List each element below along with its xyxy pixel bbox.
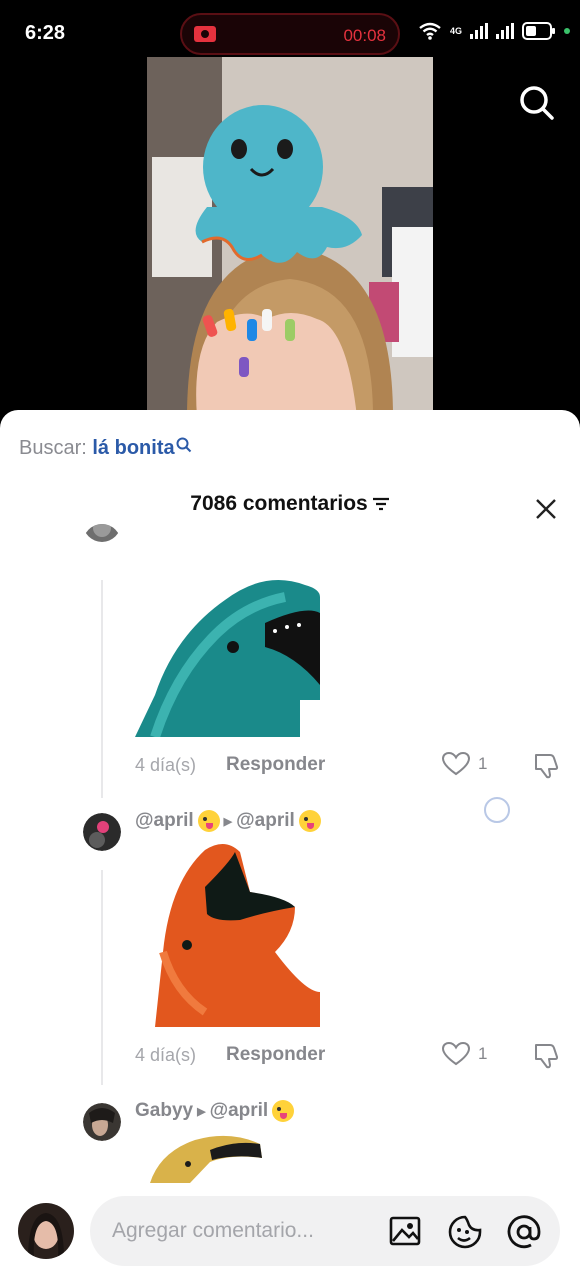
like-button[interactable]: 1	[442, 1042, 487, 1066]
reply-button[interactable]: Responder	[226, 754, 325, 776]
signal-icon	[496, 23, 514, 39]
comment-username[interactable]: Gabyy	[135, 1100, 193, 1122]
tongue-emoji-icon	[197, 810, 220, 832]
tongue-emoji-icon	[272, 1100, 295, 1122]
comments-header: 7086 comentarios	[0, 492, 580, 516]
image-icon[interactable]	[389, 1215, 421, 1247]
reply-button[interactable]: Responder	[226, 1044, 325, 1066]
like-count: 1	[478, 1044, 488, 1063]
status-time: 6:28	[25, 22, 66, 44]
comment-input-pill[interactable]	[90, 1196, 560, 1266]
comment-age: 4 día(s)	[135, 1045, 197, 1065]
video-frame	[147, 57, 433, 417]
search-suggestion-query[interactable]: lá bonita	[92, 437, 174, 459]
emoji-icon[interactable]	[448, 1215, 482, 1249]
tongue-emoji-icon	[298, 810, 321, 832]
comment-username[interactable]: @april	[135, 810, 194, 832]
sort-icon[interactable]	[372, 496, 390, 512]
status-bar: 6:28 00:08 4G	[0, 0, 580, 62]
search-icon[interactable]	[518, 84, 556, 122]
comments-sheet: Buscar: lá bonita 7086 comentarios 4 día…	[0, 410, 580, 1280]
heart-icon	[442, 752, 470, 776]
like-count: 1	[478, 754, 488, 773]
reply-arrow-icon: ▶	[223, 815, 233, 828]
battery-icon	[522, 22, 555, 40]
screen-recording-pill[interactable]: 00:08	[180, 13, 400, 55]
comment-input[interactable]	[112, 1196, 372, 1266]
my-avatar[interactable]	[18, 1203, 74, 1259]
reply-to-username[interactable]: @april	[236, 810, 295, 832]
charging-indicator	[564, 28, 570, 34]
orange-dolphin-sticker[interactable]	[155, 842, 320, 1027]
comment-author-line: @april ▶ @april	[135, 810, 321, 832]
wifi-icon	[419, 22, 441, 40]
like-button[interactable]: 1	[442, 752, 487, 776]
yellow-dolphin-sticker[interactable]	[150, 1132, 265, 1183]
signal-icon	[470, 23, 488, 39]
reply-arrow-icon: ▶	[197, 1105, 206, 1118]
comment-composer-bar	[0, 1183, 580, 1280]
reply-to-username[interactable]: @april	[210, 1100, 269, 1122]
mention-icon[interactable]	[507, 1215, 541, 1249]
video-player[interactable]	[147, 57, 433, 417]
recording-timer: 00:08	[343, 26, 386, 45]
dislike-icon[interactable]	[532, 752, 560, 780]
screen-record-icon	[194, 26, 216, 42]
search-suggestion-prefix: Buscar:	[19, 437, 87, 459]
dislike-icon[interactable]	[532, 1042, 560, 1070]
comments-count-title: 7086 comentarios	[190, 492, 368, 515]
avatar[interactable]	[83, 813, 121, 851]
thread-line	[101, 870, 103, 1085]
heart-icon	[442, 1042, 470, 1066]
comment-author-line: Gabyy ▶ @april	[135, 1100, 295, 1122]
comment-age: 4 día(s)	[135, 755, 197, 775]
avatar[interactable]	[83, 524, 121, 562]
teal-dolphin-sticker[interactable]	[135, 575, 320, 737]
thread-line	[101, 580, 103, 798]
search-suggestion[interactable]: Buscar: lá bonita	[19, 437, 192, 460]
loading-indicator	[484, 797, 510, 823]
system-icons: 4G	[418, 22, 570, 40]
close-icon[interactable]	[534, 497, 558, 521]
network-type-label: 4G	[449, 25, 462, 36]
avatar[interactable]	[83, 1103, 121, 1141]
search-icon	[176, 437, 191, 453]
